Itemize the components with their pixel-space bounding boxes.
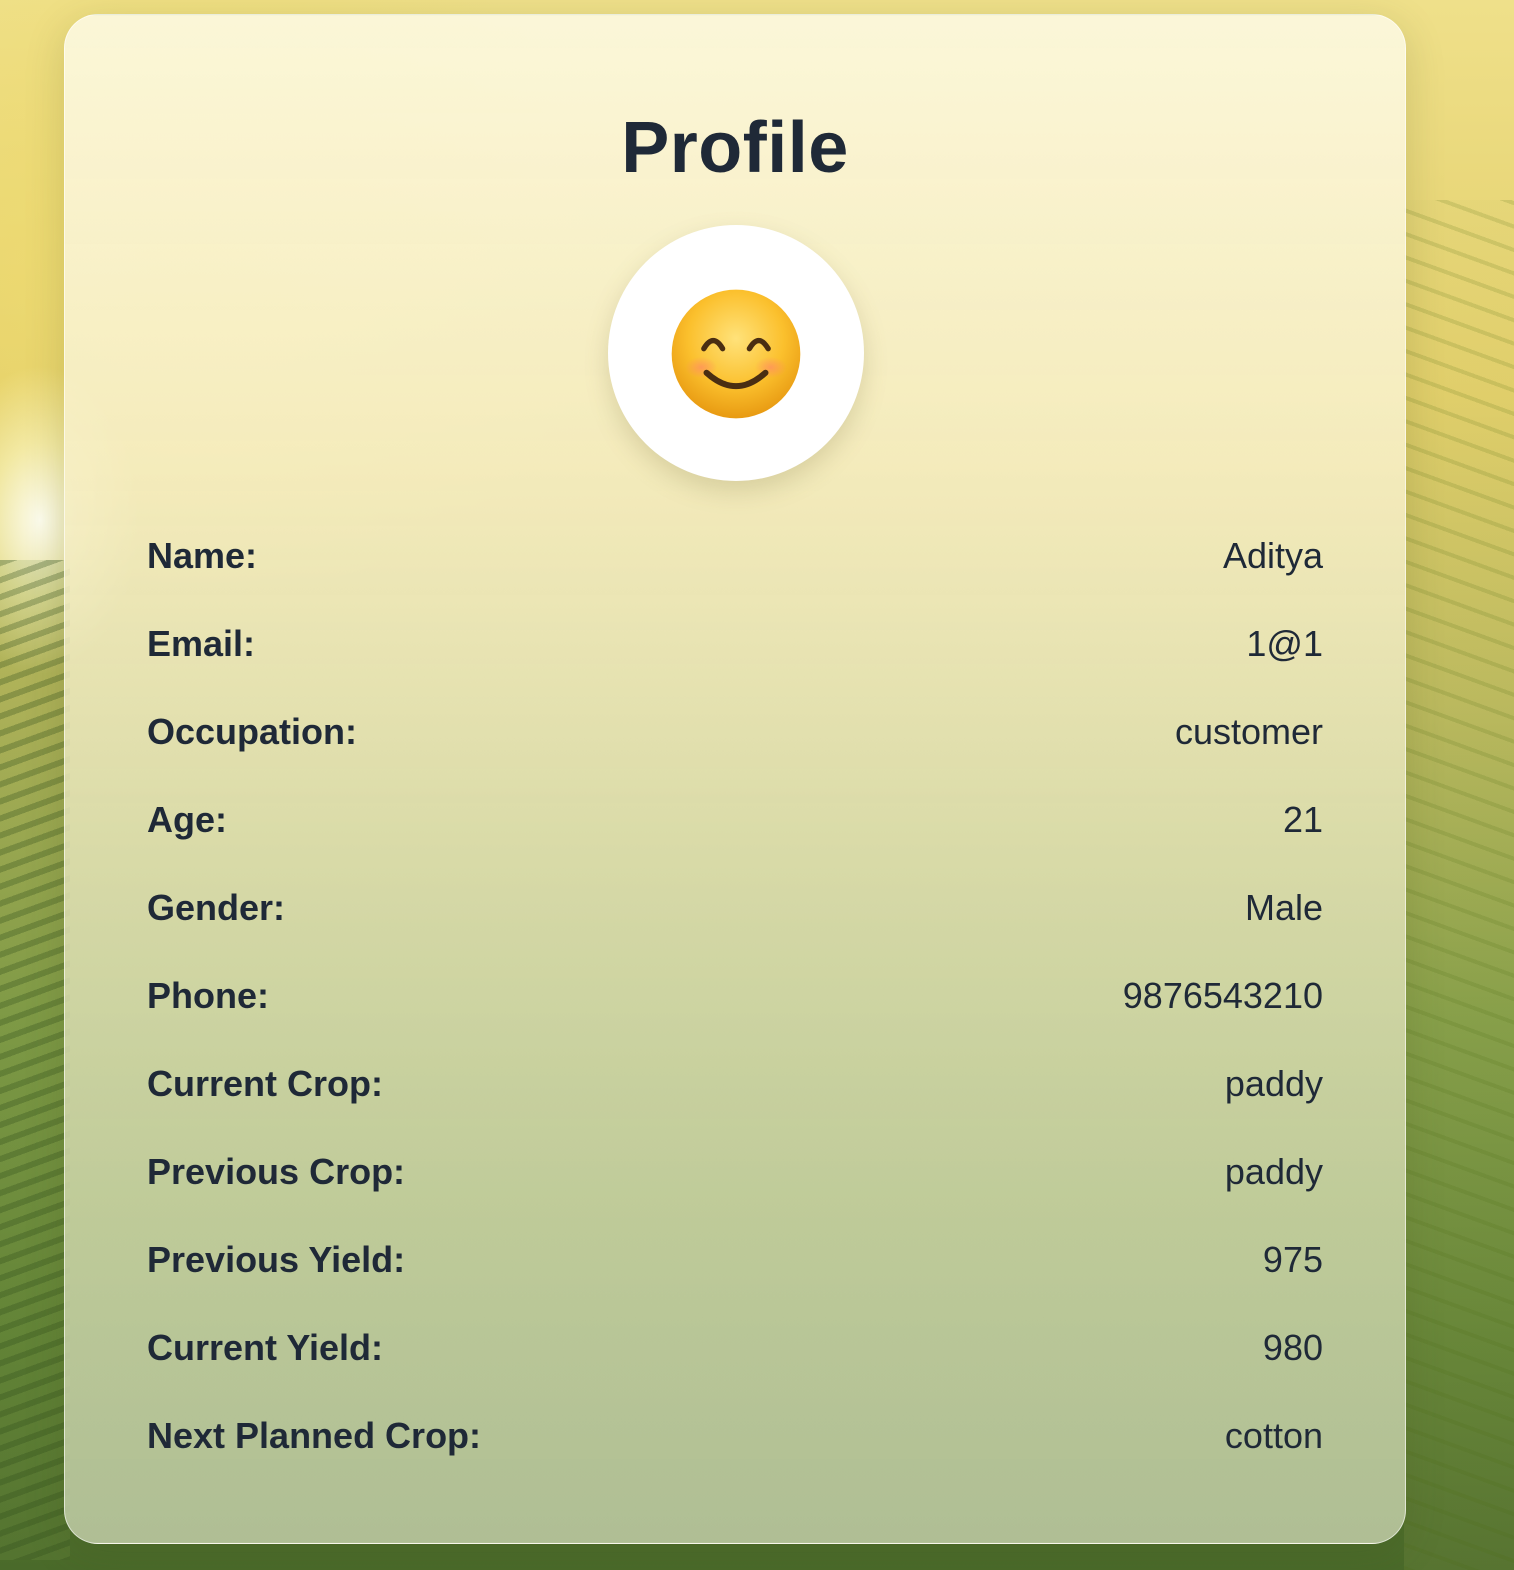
field-label: Age: <box>147 799 227 840</box>
field-value: 9876543210 <box>1122 975 1323 1016</box>
field-row-age: Age: 21 <box>147 795 1323 883</box>
field-row-previous-yield: Previous Yield: 975 <box>147 1235 1323 1323</box>
field-label: Gender: <box>147 887 286 928</box>
field-label: Previous Crop: <box>147 1151 406 1192</box>
field-value: 1@1 <box>1246 623 1323 664</box>
profile-details: Name: Aditya Email: 1@1 Occupation: cust… <box>147 531 1323 1499</box>
field-row-occupation: Occupation: customer <box>147 707 1323 795</box>
field-label: Current Yield: <box>147 1327 384 1368</box>
field-row-email: Email: 1@1 <box>147 619 1323 707</box>
field-row-name: Name: Aditya <box>147 531 1323 619</box>
field-row-previous-crop: Previous Crop: paddy <box>147 1147 1323 1235</box>
field-row-phone: Phone: 9876543210 <box>147 971 1323 1059</box>
field-value: paddy <box>1224 1063 1323 1104</box>
field-value: 980 <box>1262 1327 1323 1368</box>
field-row-gender: Gender: Male <box>147 883 1323 971</box>
profile-card: Profile Name: Aditya Email: 1@1 Occupati… <box>64 14 1406 1544</box>
field-value: customer <box>1174 711 1323 752</box>
field-label: Phone: <box>147 975 269 1016</box>
field-label: Occupation: <box>147 711 358 752</box>
background-wheat-right <box>1404 200 1514 1570</box>
field-label: Email: <box>147 623 256 664</box>
page-title: Profile <box>621 108 849 188</box>
field-value: Aditya <box>1222 535 1323 576</box>
avatar <box>608 225 864 481</box>
background-wheat-left <box>0 560 70 1560</box>
field-label: Name: <box>147 535 258 576</box>
field-label: Next Planned Crop: <box>147 1415 482 1456</box>
field-value: Male <box>1244 887 1323 928</box>
field-value: paddy <box>1224 1151 1323 1192</box>
field-label: Previous Yield: <box>147 1239 406 1280</box>
field-value: cotton <box>1224 1415 1323 1456</box>
field-row-next-planned-crop: Next Planned Crop: cotton <box>147 1411 1323 1499</box>
field-row-current-yield: Current Yield: 980 <box>147 1323 1323 1411</box>
field-value: 975 <box>1262 1239 1323 1280</box>
field-row-current-crop: Current Crop: paddy <box>147 1059 1323 1147</box>
field-label: Current Crop: <box>147 1063 383 1104</box>
smiling-face-icon <box>671 289 801 419</box>
field-value: 21 <box>1282 799 1323 840</box>
